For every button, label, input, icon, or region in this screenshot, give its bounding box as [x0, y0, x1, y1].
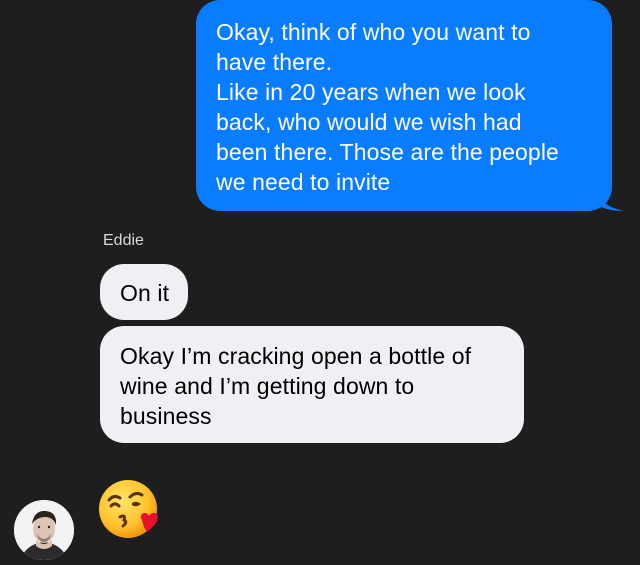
avatar-portrait-icon — [14, 500, 74, 560]
message-line: business — [120, 403, 212, 429]
face-blowing-a-kiss-icon[interactable] — [98, 476, 164, 542]
message-line: On it — [120, 280, 170, 306]
outgoing-message-bubble[interactable]: Okay, think of who you want to have ther… — [196, 0, 624, 211]
message-line: back, who would we wish had — [216, 109, 522, 135]
message-line: Okay I’m cracking open a bottle of — [120, 343, 472, 369]
message-line: Like in 20 years when we look — [216, 79, 526, 105]
incoming-message-bubble[interactable]: On it — [100, 264, 188, 320]
message-line: have there. — [216, 49, 333, 75]
message-line: we need to invite — [216, 169, 391, 195]
message-line: Okay, think of who you want to — [216, 19, 531, 45]
incoming-message-bubble[interactable]: Okay I’m cracking open a bottle of wine … — [100, 326, 524, 443]
message-thread: Okay, think of who you want to have ther… — [0, 0, 640, 565]
sender-name: Eddie — [103, 232, 144, 249]
contact-avatar[interactable] — [14, 500, 74, 560]
message-line: been there. Those are the people — [216, 139, 559, 165]
message-line: wine and I’m getting down to — [120, 373, 415, 399]
bubble-tail-icon — [598, 189, 624, 211]
